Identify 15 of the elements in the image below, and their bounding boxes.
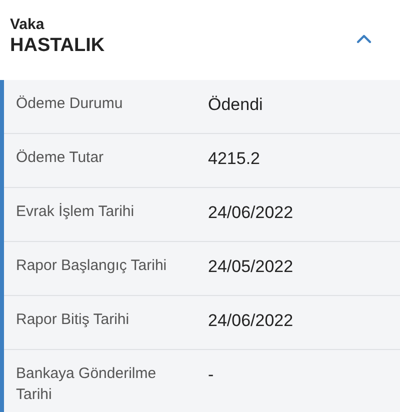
chevron-icon: [356, 34, 372, 44]
header-title: HASTALIK: [10, 34, 105, 58]
field-label: Rapor Bitiş Tarihi: [16, 310, 130, 330]
field-value: -: [208, 364, 215, 386]
header-caption: Vaka: [10, 16, 46, 34]
field-value: 24/06/2022: [208, 310, 294, 332]
field-value: 24/05/2022: [208, 256, 294, 278]
field-label: Ödeme Tutar: [16, 148, 105, 168]
field-value: 24/06/2022: [208, 202, 294, 224]
field-label: Bankaya Gönderilme Tarihi: [16, 364, 158, 405]
field-label: Evrak İşlem Tarihi: [16, 202, 136, 222]
field-label: Ödeme Durumu: [16, 94, 124, 114]
field-value: Ödendi: [208, 94, 264, 116]
field-value: 4215.2: [208, 148, 261, 170]
field-label: Rapor Başlangıç Tarihi: [16, 256, 168, 276]
